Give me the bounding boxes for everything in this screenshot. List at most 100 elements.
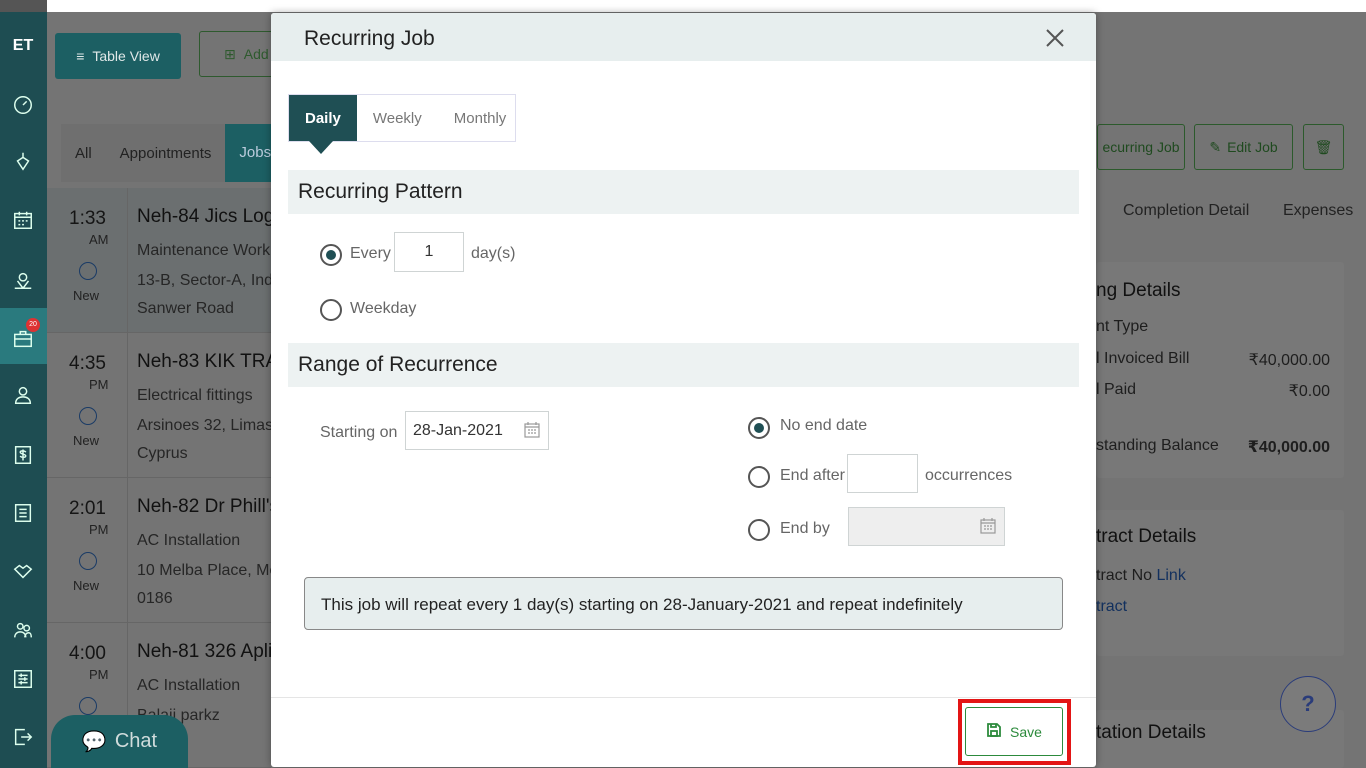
job-address-2: Cyprus (137, 445, 188, 462)
job-type: AC Installation (137, 532, 241, 549)
job-title: Neh-82 Dr Phill's (137, 496, 279, 517)
end-after-label: End after (780, 467, 845, 484)
quotation-title: tation Details (1096, 722, 1206, 743)
end-by-label: End by (780, 520, 830, 537)
job-time: 2:01 (69, 498, 106, 519)
job-type: Maintenance Work (137, 242, 271, 259)
every-radio[interactable] (320, 244, 342, 266)
billing-value: ₹40,000.00 (1247, 439, 1330, 456)
no-end-date-radio[interactable] (748, 417, 770, 439)
sidebar: ET 20 (0, 12, 47, 768)
map-pin-icon[interactable] (10, 267, 36, 293)
tab-daily[interactable]: Daily (289, 95, 357, 154)
add-label: Add (243, 46, 269, 62)
pattern-tabs: Daily Weekly Monthly (288, 94, 516, 154)
billing-row: l Invoiced Bill (1096, 350, 1190, 367)
edit-job-button[interactable]: ✎ Edit Job (1194, 124, 1293, 170)
calendar-icon[interactable] (10, 207, 36, 233)
close-icon[interactable] (1044, 27, 1066, 49)
list-icon[interactable] (10, 500, 36, 526)
table-view-button[interactable]: ≡ Table View (55, 33, 181, 79)
range-of-recurrence-heading: Range of Recurrence (288, 343, 1079, 387)
job-address-2: Sanwer Road (137, 300, 234, 317)
help-button[interactable]: ? (1280, 676, 1336, 732)
edit-icon: ✎ (1209, 138, 1222, 155)
job-status: New (73, 433, 100, 448)
billing-title: ng Details (1096, 280, 1181, 301)
status-circle-icon (79, 262, 97, 280)
save-button[interactable]: Save (965, 707, 1063, 756)
tab-all[interactable]: All (61, 145, 106, 162)
status-circle-icon (79, 552, 97, 570)
job-title: Neh-83 KIK TRA (137, 351, 279, 372)
job-address: Arsinoes 32, Limass (137, 417, 282, 434)
tab-appointments[interactable]: Appointments (106, 145, 226, 162)
weekday-radio[interactable] (320, 299, 342, 321)
calendar-icon[interactable] (524, 421, 540, 438)
delete-button[interactable]: 🗑 (1303, 124, 1344, 170)
end-after-radio[interactable] (748, 466, 770, 488)
tab-completion-detail[interactable]: Completion Detail (1123, 202, 1249, 220)
starting-on-label: Starting on (320, 424, 398, 441)
weekday-label: Weekday (350, 300, 417, 317)
edit-job-label: Edit Job (1227, 139, 1278, 155)
job-ampm: PM (89, 377, 109, 392)
dashboard-icon[interactable] (10, 92, 36, 118)
recurring-job-modal: Recurring Job Daily Weekly Monthly Recur… (271, 13, 1096, 767)
billing-row: nt Type (1096, 318, 1149, 335)
settings-icon[interactable] (10, 666, 36, 692)
chat-button[interactable]: 💬 Chat (51, 715, 188, 768)
recurring-pattern-heading: Recurring Pattern (288, 170, 1079, 214)
every-days-input[interactable]: 1 (394, 232, 464, 272)
calendar-icon[interactable] (980, 517, 996, 534)
list-item[interactable]: 2:01 PM New Neh-82 Dr Phill's AC Install… (47, 478, 279, 623)
chat-bubble-icon: 💬 (81, 731, 107, 753)
recurring-job-button[interactable]: ecurring Job (1097, 124, 1185, 170)
occurrences-label: occurrences (925, 467, 1013, 484)
starting-on-value: 28-Jan-2021 (413, 421, 503, 439)
contract-link[interactable]: Link (1156, 567, 1185, 584)
job-ampm: PM (89, 522, 109, 537)
every-label: Every (350, 245, 391, 262)
contract-link-2[interactable]: tract (1096, 598, 1127, 616)
job-title: Neh-84 Jics Logi (137, 206, 279, 227)
filter-lines-icon: ≡ (76, 48, 85, 64)
table-view-label: Table View (92, 48, 160, 64)
job-type: AC Installation (137, 677, 241, 694)
modal-title: Recurring Job (304, 27, 435, 50)
tab-weekly[interactable]: Weekly (357, 95, 438, 141)
status-circle-icon (79, 407, 97, 425)
chat-label: Chat (114, 730, 158, 752)
billing-row: standing Balance (1096, 437, 1219, 454)
dollar-icon[interactable] (10, 442, 36, 468)
job-status: New (73, 578, 100, 593)
contract-no-label: tract No (1096, 567, 1153, 584)
save-label: Save (1010, 723, 1042, 740)
trash-icon: 🗑 (1314, 138, 1333, 155)
handshake-icon[interactable] (10, 558, 36, 584)
notification-badge: 20 (26, 318, 40, 332)
divider (127, 333, 128, 478)
occurrences-input[interactable] (847, 454, 918, 493)
contract-row: tract No Link (1096, 567, 1186, 585)
billing-value: ₹40,000.00 (1248, 352, 1330, 369)
job-ampm: AM (89, 232, 109, 247)
list-item[interactable]: 1:33 AM New Neh-84 Jics Logi Maintenance… (47, 188, 279, 333)
logout-icon[interactable] (10, 724, 36, 750)
tab-expenses[interactable]: Expenses (1283, 202, 1353, 220)
user-icon[interactable] (10, 382, 36, 408)
tab-monthly[interactable]: Monthly (438, 95, 523, 141)
job-address-2: 0186 (137, 590, 173, 607)
no-end-date-label: No end date (780, 417, 868, 434)
job-address: 10 Melba Place, Mo (137, 562, 279, 579)
end-by-radio[interactable] (748, 519, 770, 541)
status-circle-icon (79, 697, 97, 715)
top-strip (47, 0, 1366, 12)
list-item[interactable]: 4:35 PM New Neh-83 KIK TRA Electrical fi… (47, 333, 281, 478)
users-icon[interactable] (10, 617, 36, 643)
job-type: Electrical fittings (137, 387, 253, 404)
job-time: 4:35 (69, 353, 106, 374)
billing-card: ng Details nt Type l Invoiced Bill ₹40,0… (1096, 262, 1344, 478)
plus-box-icon: ⊞ (224, 45, 236, 62)
diamond-icon[interactable] (10, 148, 36, 174)
